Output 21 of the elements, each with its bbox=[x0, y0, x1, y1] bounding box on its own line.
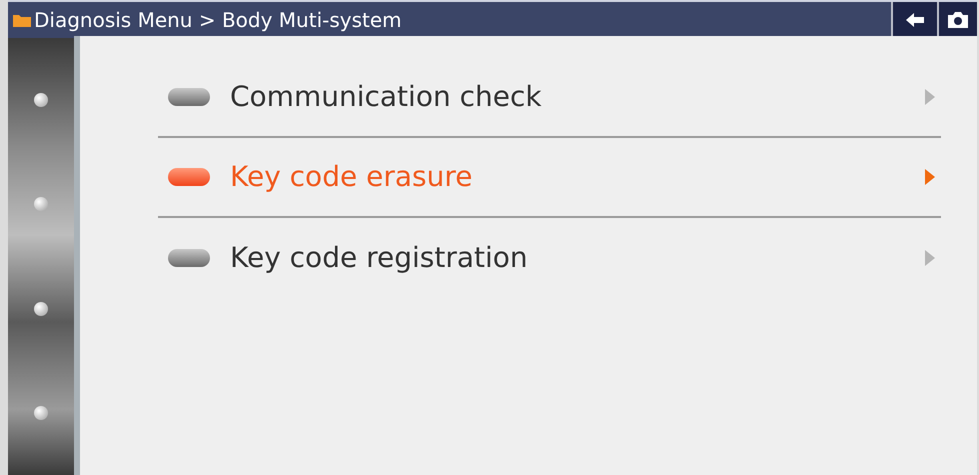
menu-item-label: Communication check bbox=[230, 79, 542, 115]
menu-item[interactable]: Communication check bbox=[158, 58, 941, 138]
left-arrow-icon bbox=[905, 12, 925, 28]
menu-item-label: Key code erasure bbox=[230, 159, 472, 195]
chevron-icon bbox=[925, 169, 935, 185]
indicator-lamp bbox=[168, 249, 210, 267]
screw bbox=[34, 93, 48, 108]
chevron-icon bbox=[925, 89, 935, 105]
chevron-icon bbox=[925, 250, 935, 266]
indicator-lamp bbox=[168, 168, 210, 186]
screw bbox=[34, 197, 48, 212]
menu-item[interactable]: Key code registration bbox=[158, 218, 941, 298]
camera-icon bbox=[947, 11, 969, 29]
indicator-lamp bbox=[168, 88, 210, 106]
breadcrumb-title: Diagnosis Menu > Body Muti-system bbox=[34, 7, 402, 34]
camera-button[interactable] bbox=[937, 2, 977, 38]
back-button[interactable] bbox=[891, 2, 937, 38]
menu-item-label: Key code registration bbox=[230, 240, 528, 276]
screw bbox=[34, 406, 48, 420]
screw bbox=[34, 302, 48, 316]
folder-icon bbox=[12, 12, 32, 28]
